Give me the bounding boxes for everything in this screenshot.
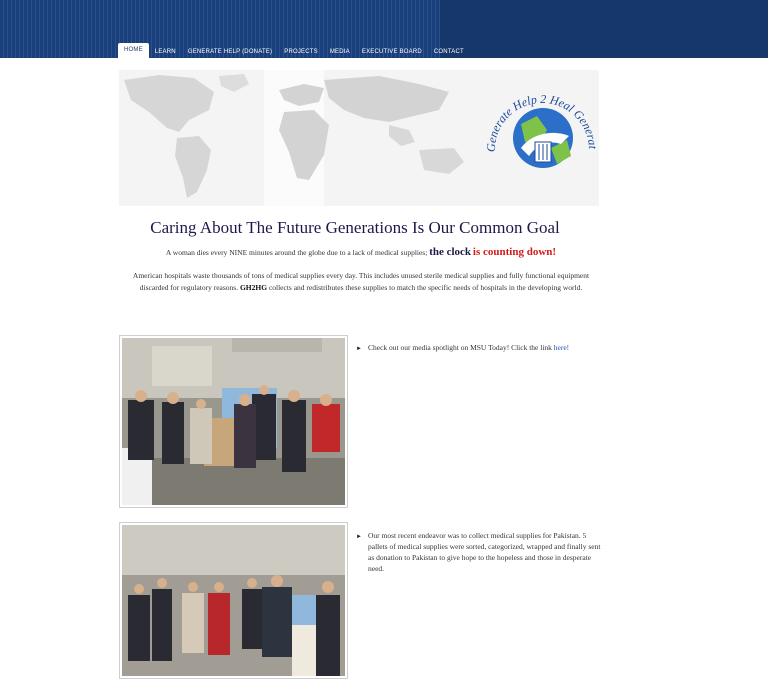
group-photo-1: [119, 335, 348, 508]
group-photo-1-image: [122, 338, 345, 505]
nav-learn[interactable]: LEARN: [149, 45, 182, 58]
nav-media[interactable]: MEDIA: [324, 45, 356, 58]
tagline-highlight-clock: the clock: [429, 246, 472, 258]
bullet-icon: ►: [356, 346, 362, 352]
tagline-highlight-countdown: is counting down!: [472, 246, 557, 258]
intro-org: GH2HG: [239, 283, 268, 292]
post-2-text: Our most recent endeavor was to collect …: [368, 531, 601, 573]
nav-executive-board[interactable]: EXECUTIVE BOARD: [356, 45, 428, 58]
nav-generate-help[interactable]: GENERATE HELP (DONATE): [182, 45, 278, 58]
tagline-text: A woman dies every NINE minutes around t…: [165, 248, 428, 257]
gh2hg-logo: Generate Help 2 Heal Generations: [481, 72, 600, 168]
nav-home[interactable]: HOME: [118, 43, 149, 58]
intro-paragraph: American hospitals waste thousands of to…: [119, 270, 603, 294]
nav-projects[interactable]: PROJECTS: [278, 45, 324, 58]
intro-text-2: collects and redistributes these supplie…: [268, 283, 583, 292]
group-photo-2: [119, 522, 348, 679]
tagline: A woman dies every NINE minutes around t…: [119, 246, 603, 258]
msu-today-link[interactable]: here!: [554, 343, 569, 352]
page-headline: Caring About The Future Generations Is O…: [150, 218, 560, 237]
group-photo-2-image: [122, 525, 345, 676]
header-bar-right: [440, 0, 768, 58]
nav-contact[interactable]: CONTACT: [428, 45, 470, 58]
bullet-icon: ►: [356, 534, 362, 540]
post-media-spotlight: ► Check out our media spotlight on MSU T…: [356, 342, 604, 353]
post-pakistan-donation: ► Our most recent endeavor was to collec…: [356, 530, 604, 574]
main-nav: HOME LEARN GENERATE HELP (DONATE) PROJEC…: [118, 42, 470, 58]
post-1-text: Check out our media spotlight on MSU Tod…: [368, 343, 552, 352]
